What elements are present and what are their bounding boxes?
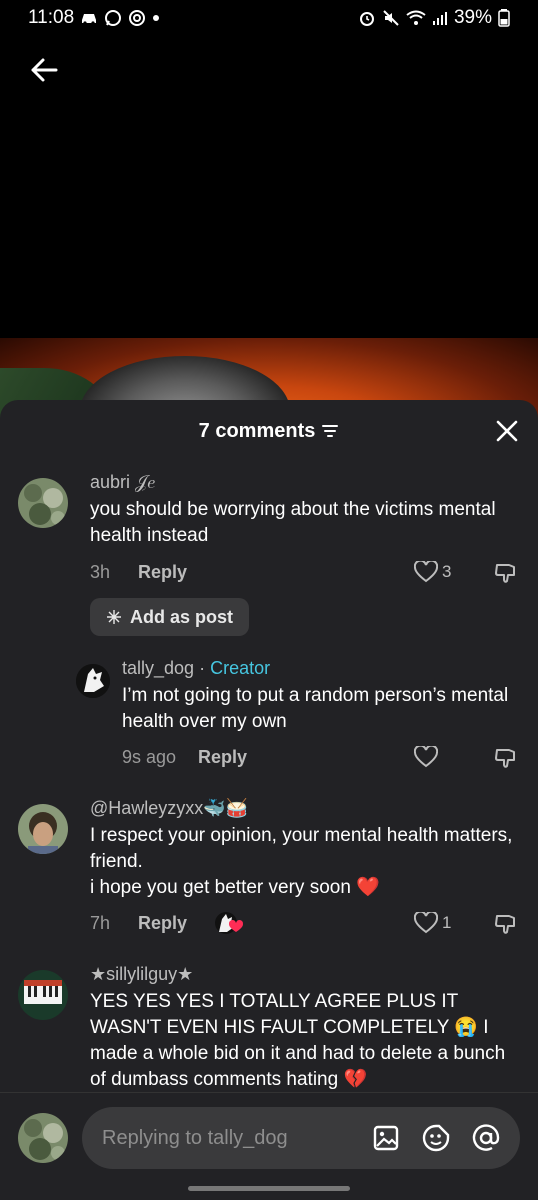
comment-username[interactable]: tally_dog <box>122 658 194 678</box>
add-as-post-label: Add as post <box>130 606 234 627</box>
comment-actions: 3h Reply <box>90 562 187 583</box>
comment-actions: 7h Reply <box>90 913 187 934</box>
close-icon <box>496 420 518 442</box>
comment-time: 3h <box>90 562 111 582</box>
comment-time: 7h <box>90 913 111 933</box>
emoji-icon[interactable] <box>416 1118 456 1158</box>
sparkle-icon <box>107 610 121 624</box>
signal-icon <box>432 10 448 26</box>
reply-input[interactable]: Replying to tally_dog <box>82 1107 520 1169</box>
creator-liked-badge <box>214 910 244 938</box>
comment-text-line: i hope you get better very soon ❤️ <box>90 877 380 898</box>
battery-icon <box>498 9 510 27</box>
mute-icon <box>382 9 400 27</box>
comment-text-line: I respect your opinion, your mental heal… <box>90 825 513 872</box>
alarm-icon <box>358 9 376 27</box>
home-indicator[interactable] <box>188 1186 350 1191</box>
reply-button[interactable]: Reply <box>198 747 247 768</box>
like-button[interactable]: 1 <box>414 912 451 934</box>
status-time: 11:08 <box>28 7 75 28</box>
close-button[interactable] <box>494 418 520 444</box>
comment-username[interactable]: aubri 𝒥𝑒 <box>90 472 520 493</box>
video-area[interactable] <box>0 0 538 418</box>
avatar[interactable] <box>76 664 110 698</box>
like-count: 1 <box>442 913 452 932</box>
dot-icon <box>152 14 160 22</box>
avatar[interactable] <box>18 970 68 1020</box>
like-count: 3 <box>442 562 452 581</box>
wifi-icon <box>406 10 426 26</box>
creator-badge: Creator <box>210 658 271 678</box>
avatar[interactable] <box>18 478 68 528</box>
reply-bar: Replying to tally_dog <box>0 1092 538 1200</box>
comments-header: 7 comments <box>0 400 538 462</box>
reply-button[interactable]: Reply <box>138 913 187 934</box>
heart-icon <box>414 746 438 768</box>
battery-percent: 39% <box>453 7 492 28</box>
car-icon <box>80 11 98 25</box>
whatsapp-icon <box>104 9 122 27</box>
back-button[interactable] <box>26 52 62 88</box>
avatar[interactable] <box>18 804 68 854</box>
my-avatar <box>18 1113 68 1163</box>
reply-placeholder: Replying to tally_dog <box>102 1126 288 1149</box>
comment-username[interactable]: @Hawleyzyxx🐳🥁 <box>90 798 520 819</box>
comment-username[interactable]: ★sillylilguy★ <box>90 964 522 985</box>
heart-icon <box>414 912 438 934</box>
mention-icon[interactable] <box>466 1118 506 1158</box>
like-button[interactable] <box>414 746 442 768</box>
dislike-button[interactable] <box>494 912 518 941</box>
filter-icon[interactable] <box>321 423 339 439</box>
thumbs-down-icon <box>495 749 515 768</box>
comment-time: 9s ago <box>122 747 177 767</box>
dislike-button[interactable] <box>494 561 518 590</box>
comment-text: you should be worrying about the victims… <box>90 499 496 546</box>
arrow-left-icon <box>31 58 58 82</box>
status-bar: 11:08 39% <box>0 0 538 36</box>
dislike-button[interactable] <box>494 746 518 775</box>
thumbs-down-icon <box>495 915 515 934</box>
add-as-post-button[interactable]: Add as post <box>90 598 250 636</box>
comment-text: YES YES YES I TOTALLY AGREE PLUS IT WASN… <box>90 991 506 1090</box>
comment-text: I’m not going to put a random person’s m… <box>122 685 509 732</box>
comment-actions: 9s ago Reply <box>122 747 247 768</box>
reply-button[interactable]: Reply <box>138 562 187 583</box>
username-separator: · <box>199 658 206 678</box>
image-icon[interactable] <box>366 1118 406 1158</box>
comments-count: 7 comments <box>198 419 316 442</box>
like-button[interactable]: 3 <box>414 561 451 583</box>
heart-icon <box>414 561 438 583</box>
thumbs-down-icon <box>495 564 515 583</box>
threads-icon <box>128 9 146 27</box>
